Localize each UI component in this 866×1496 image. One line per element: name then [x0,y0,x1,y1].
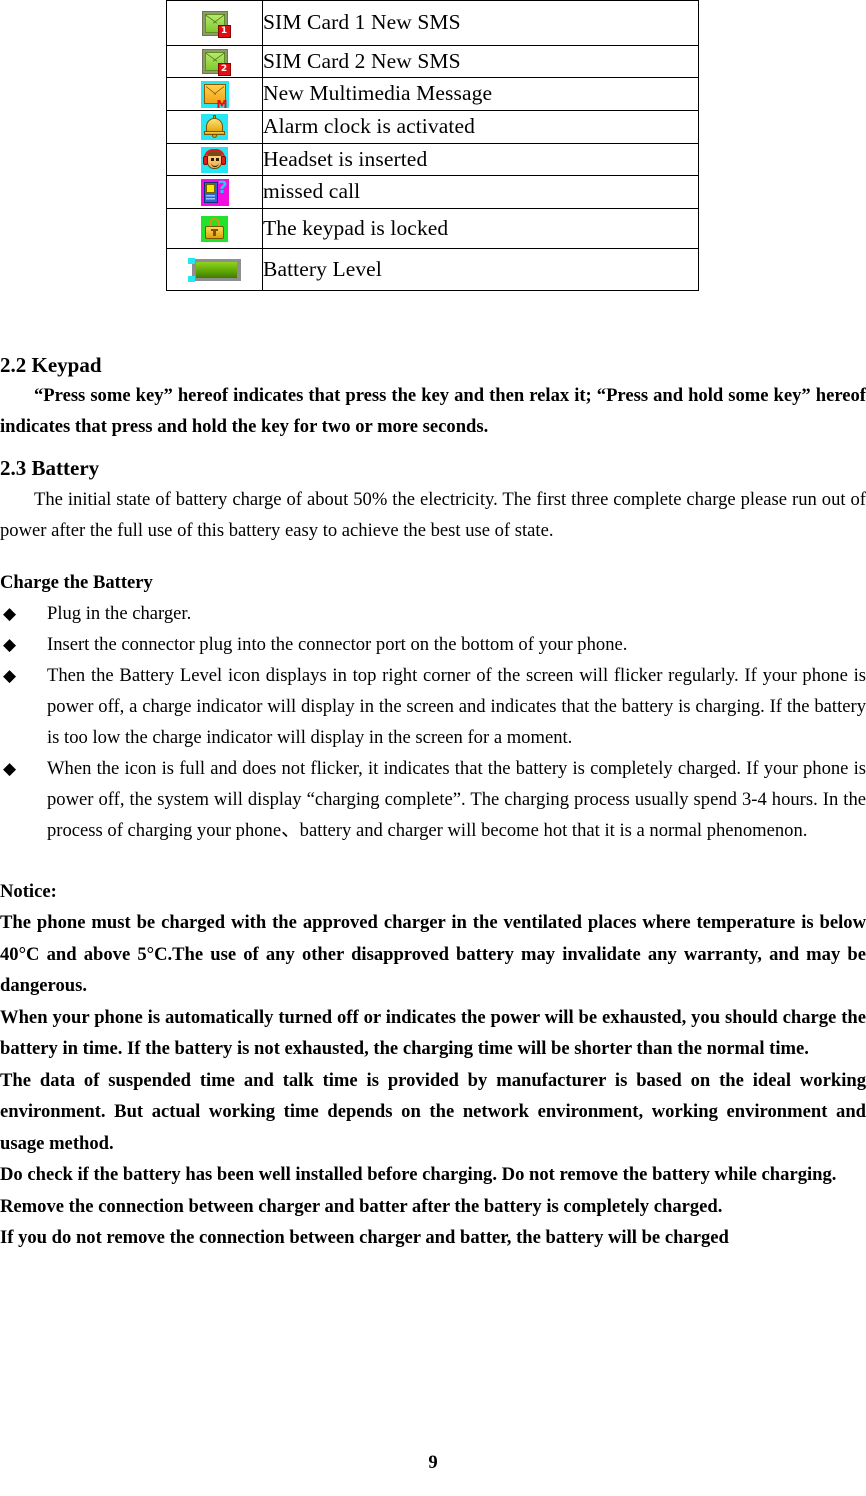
icon-label: SIM Card 1 New SMS [262,0,699,46]
table-row: ? missed call [166,175,699,209]
missed-call-question-mark: ? [217,177,228,198]
sms-envelope-sim1-icon: 1 [201,10,231,38]
list-item: ◆ Insert the connector plug into the con… [0,629,866,660]
list-item: ◆ Then the Battery Level icon displays i… [0,660,866,753]
keypad-paragraph: “Press some key” hereof indicates that p… [0,385,866,438]
notice-paragraph: If you do not remove the connection betw… [0,1227,729,1248]
icon-label: missed call [262,175,699,209]
diamond-bullet-icon: ◆ [3,758,17,778]
icon-cell [166,208,263,249]
icon-cell [166,248,263,291]
icon-cell [166,110,263,144]
icon-label: Battery Level [262,248,699,291]
list-item-text: When the icon is full and does not flick… [47,757,866,841]
sms-badge-1: 1 [217,24,231,38]
icon-cell: ? [166,175,263,209]
list-item: ◆ When the icon is full and does not fli… [0,753,866,846]
headset-icon [201,146,228,173]
diamond-bullet-icon: ◆ [3,634,17,654]
sms-envelope-sim2-icon: 2 [201,49,231,76]
icon-label: New Multimedia Message [262,77,699,111]
icon-label: SIM Card 2 New SMS [262,45,699,78]
icon-cell: 1 [166,0,263,46]
notice-block: Notice: The phone must be charged with t… [0,876,866,1254]
notice-paragraph: The data of suspended time and talk time… [0,1069,866,1154]
mms-badge-m: M [216,97,228,111]
diamond-bullet-icon: ◆ [3,665,17,685]
icon-label: Headset is inserted [262,143,699,176]
battery-level-icon [188,257,241,282]
icon-label: The keypad is locked [262,208,699,249]
page-number: 9 [428,1452,438,1473]
list-item-text: Plug in the charger. [47,602,192,624]
icon-cell: M [166,77,263,111]
status-icon-table: 1 SIM Card 1 New SMS 2 SIM Card 2 New SM… [166,0,699,291]
notice-paragraph: The phone must be charged with the appro… [0,912,866,996]
table-row: 1 SIM Card 1 New SMS [166,0,699,46]
battery-paragraph: The initial state of battery charge of a… [0,488,866,541]
table-row: M New Multimedia Message [166,77,699,111]
section-heading-keypad: 2.2 Keypad [0,353,102,377]
notice-paragraph: Remove the connection between charger an… [0,1195,723,1217]
icon-cell: 2 [166,45,263,78]
missed-call-icon: ? [200,177,229,206]
mms-envelope-icon: M [200,80,229,111]
list-item-text: Insert the connector plug into the conne… [47,633,628,655]
sms-badge-2: 2 [217,63,231,76]
table-row: The keypad is locked [166,208,699,249]
icon-cell [166,143,263,176]
charge-battery-bullet-list: ◆ Plug in the charger. ◆ Insert the conn… [0,598,866,846]
document-body: 2.2 Keypad “Press some key” hereof indic… [0,352,866,1254]
table-row: Headset is inserted [166,143,699,176]
notice-paragraph: Do check if the battery has been well in… [0,1164,837,1185]
table-row: Battery Level [166,248,699,291]
list-item-text: Then the Battery Level icon displays in … [47,664,866,748]
notice-heading: Notice: [0,880,57,902]
icon-label: Alarm clock is activated [262,110,699,144]
list-item: ◆ Plug in the charger. [0,598,866,629]
section-heading-battery: 2.3 Battery [0,456,100,481]
table-row: 2 SIM Card 2 New SMS [166,45,699,78]
diamond-bullet-icon: ◆ [3,603,17,623]
alarm-bell-icon [201,114,228,140]
notice-paragraph: When your phone is automatically turned … [0,1006,866,1060]
status-icon-table-container: 1 SIM Card 1 New SMS 2 SIM Card 2 New SM… [166,0,699,291]
subheading-charge-the-battery: Charge the Battery [0,571,153,593]
keypad-lock-icon [201,215,228,242]
table-row: Alarm clock is activated [166,110,699,144]
